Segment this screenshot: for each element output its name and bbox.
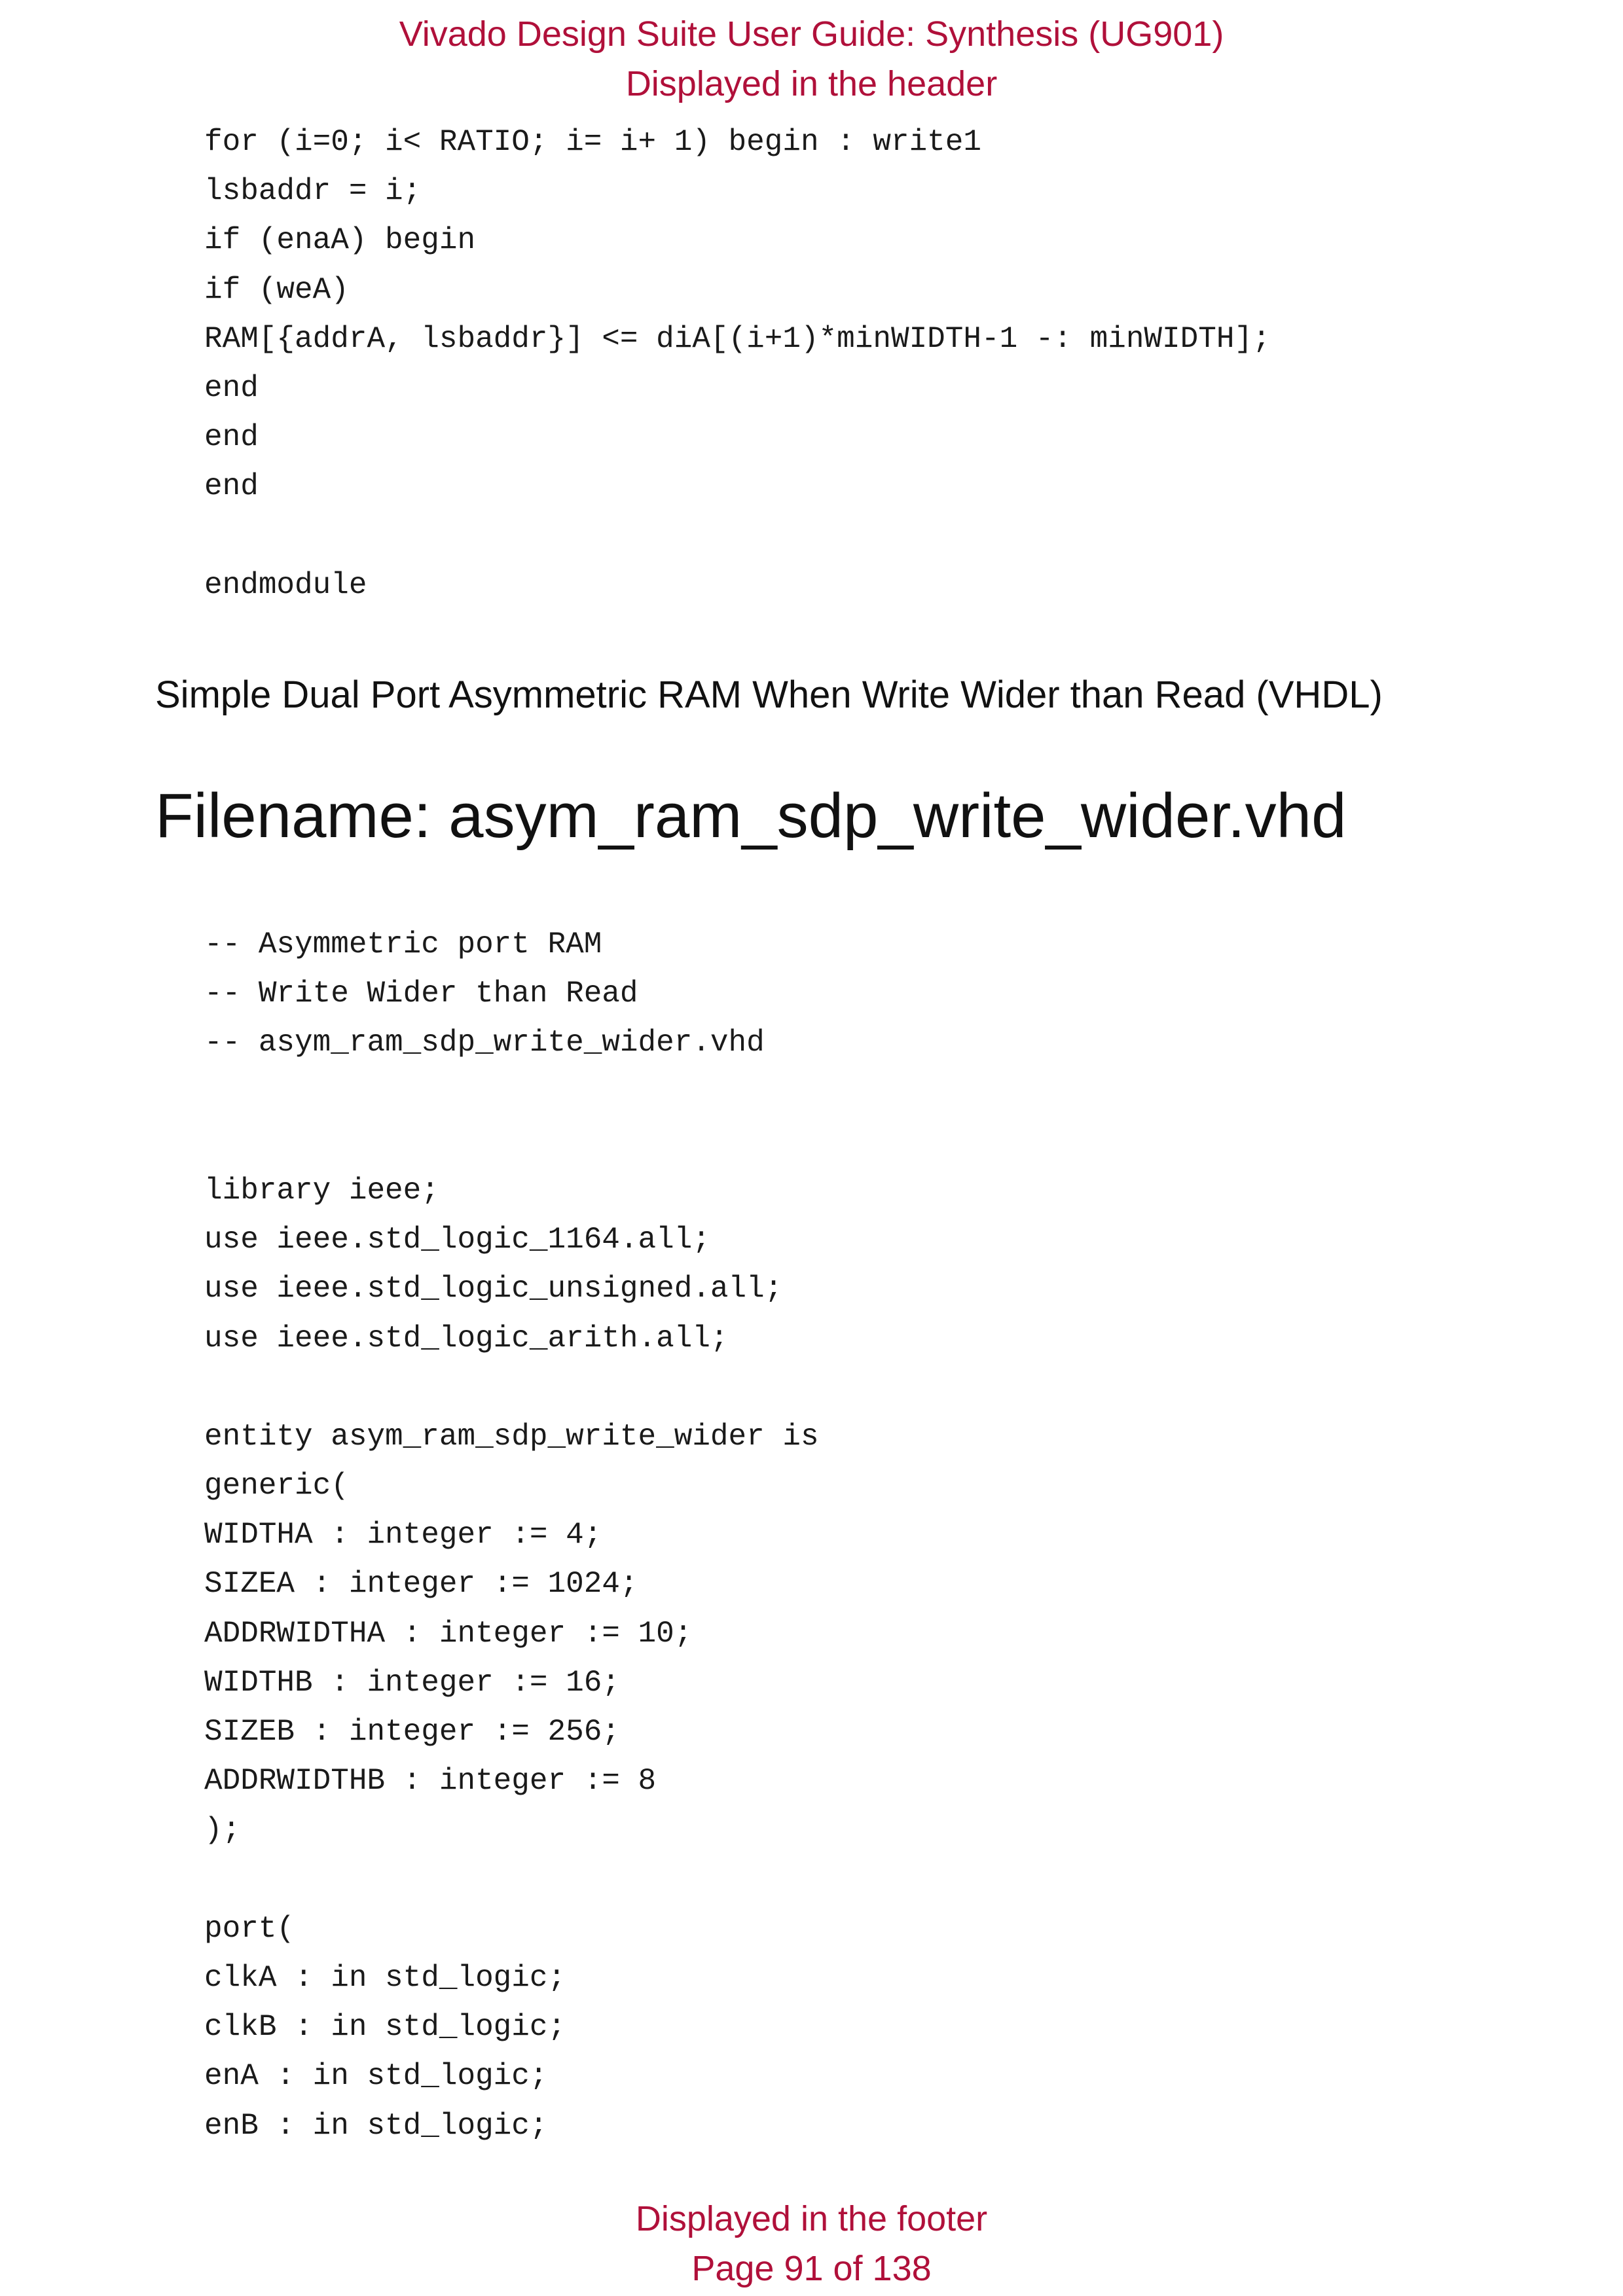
code-line: if (enaA) begin <box>204 223 476 258</box>
code-line: -- Write Wider than Read <box>204 977 638 1011</box>
code-line: WIDTHB : integer := 16; <box>204 1665 620 1700</box>
code-line: SIZEA : integer := 1024; <box>204 1567 638 1602</box>
header-subtitle: Displayed in the header <box>625 64 998 103</box>
page-header: Vivado Design Suite User Guide: Synthesi… <box>0 9 1623 109</box>
code-line: clkA : in std_logic; <box>204 1960 566 1995</box>
filename-heading: Filename: asym_ram_sdp_write_wider.vhd <box>155 781 1347 851</box>
code-line: port( <box>204 1911 295 1946</box>
code-line: end <box>204 370 259 405</box>
code-line: end <box>204 469 259 504</box>
code-line: enB : in std_logic; <box>204 2108 548 2143</box>
code-line: use ieee.std_logic_1164.all; <box>204 1223 710 1257</box>
code-line: for (i=0; i< RATIO; i= i+ 1) begin : wri… <box>204 125 981 159</box>
code-line: enA : in std_logic; <box>204 2059 548 2094</box>
page-number: Page 91 of 138 <box>691 2249 932 2288</box>
code-line: -- asym_ram_sdp_write_wider.vhd <box>204 1026 765 1060</box>
code-line: ); <box>204 1813 241 1848</box>
code-line: clkB : in std_logic; <box>204 2010 566 2045</box>
page-footer: Displayed in the footer Page 91 of 138 <box>0 2194 1623 2293</box>
code-line: entity asym_ram_sdp_write_wider is <box>204 1419 819 1454</box>
header-title: Vivado Design Suite User Guide: Synthesi… <box>399 14 1224 54</box>
code-line: if (weA) <box>204 272 349 307</box>
code-line: generic( <box>204 1469 349 1503</box>
code-line: SIZEB : integer := 256; <box>204 1715 620 1749</box>
code-line: use ieee.std_logic_arith.all; <box>204 1321 729 1355</box>
code-line: -- Asymmetric port RAM <box>204 927 602 961</box>
code-line: ADDRWIDTHB : integer := 8 <box>204 1764 657 1799</box>
code-block-verilog: for (i=0; i< RATIO; i= i+ 1) begin : wri… <box>204 118 1271 610</box>
footer-note: Displayed in the footer <box>635 2199 988 2238</box>
code-block-vhdl: -- Asymmetric port RAM -- Write Wider tha… <box>204 920 819 2151</box>
code-line: endmodule <box>204 567 367 602</box>
code-line: use ieee.std_logic_unsigned.all; <box>204 1272 783 1306</box>
code-line: library ieee; <box>204 1173 439 1208</box>
section-heading: Simple Dual Port Asymmetric RAM When Wri… <box>155 673 1383 716</box>
code-line: end <box>204 420 259 455</box>
code-line: WIDTHA : integer := 4; <box>204 1518 602 1552</box>
code-line: ADDRWIDTHA : integer := 10; <box>204 1616 693 1651</box>
code-line: RAM[{addrA, lsbaddr}] <= diA[(i+1)*minWI… <box>204 321 1271 356</box>
code-line: lsbaddr = i; <box>204 174 422 209</box>
